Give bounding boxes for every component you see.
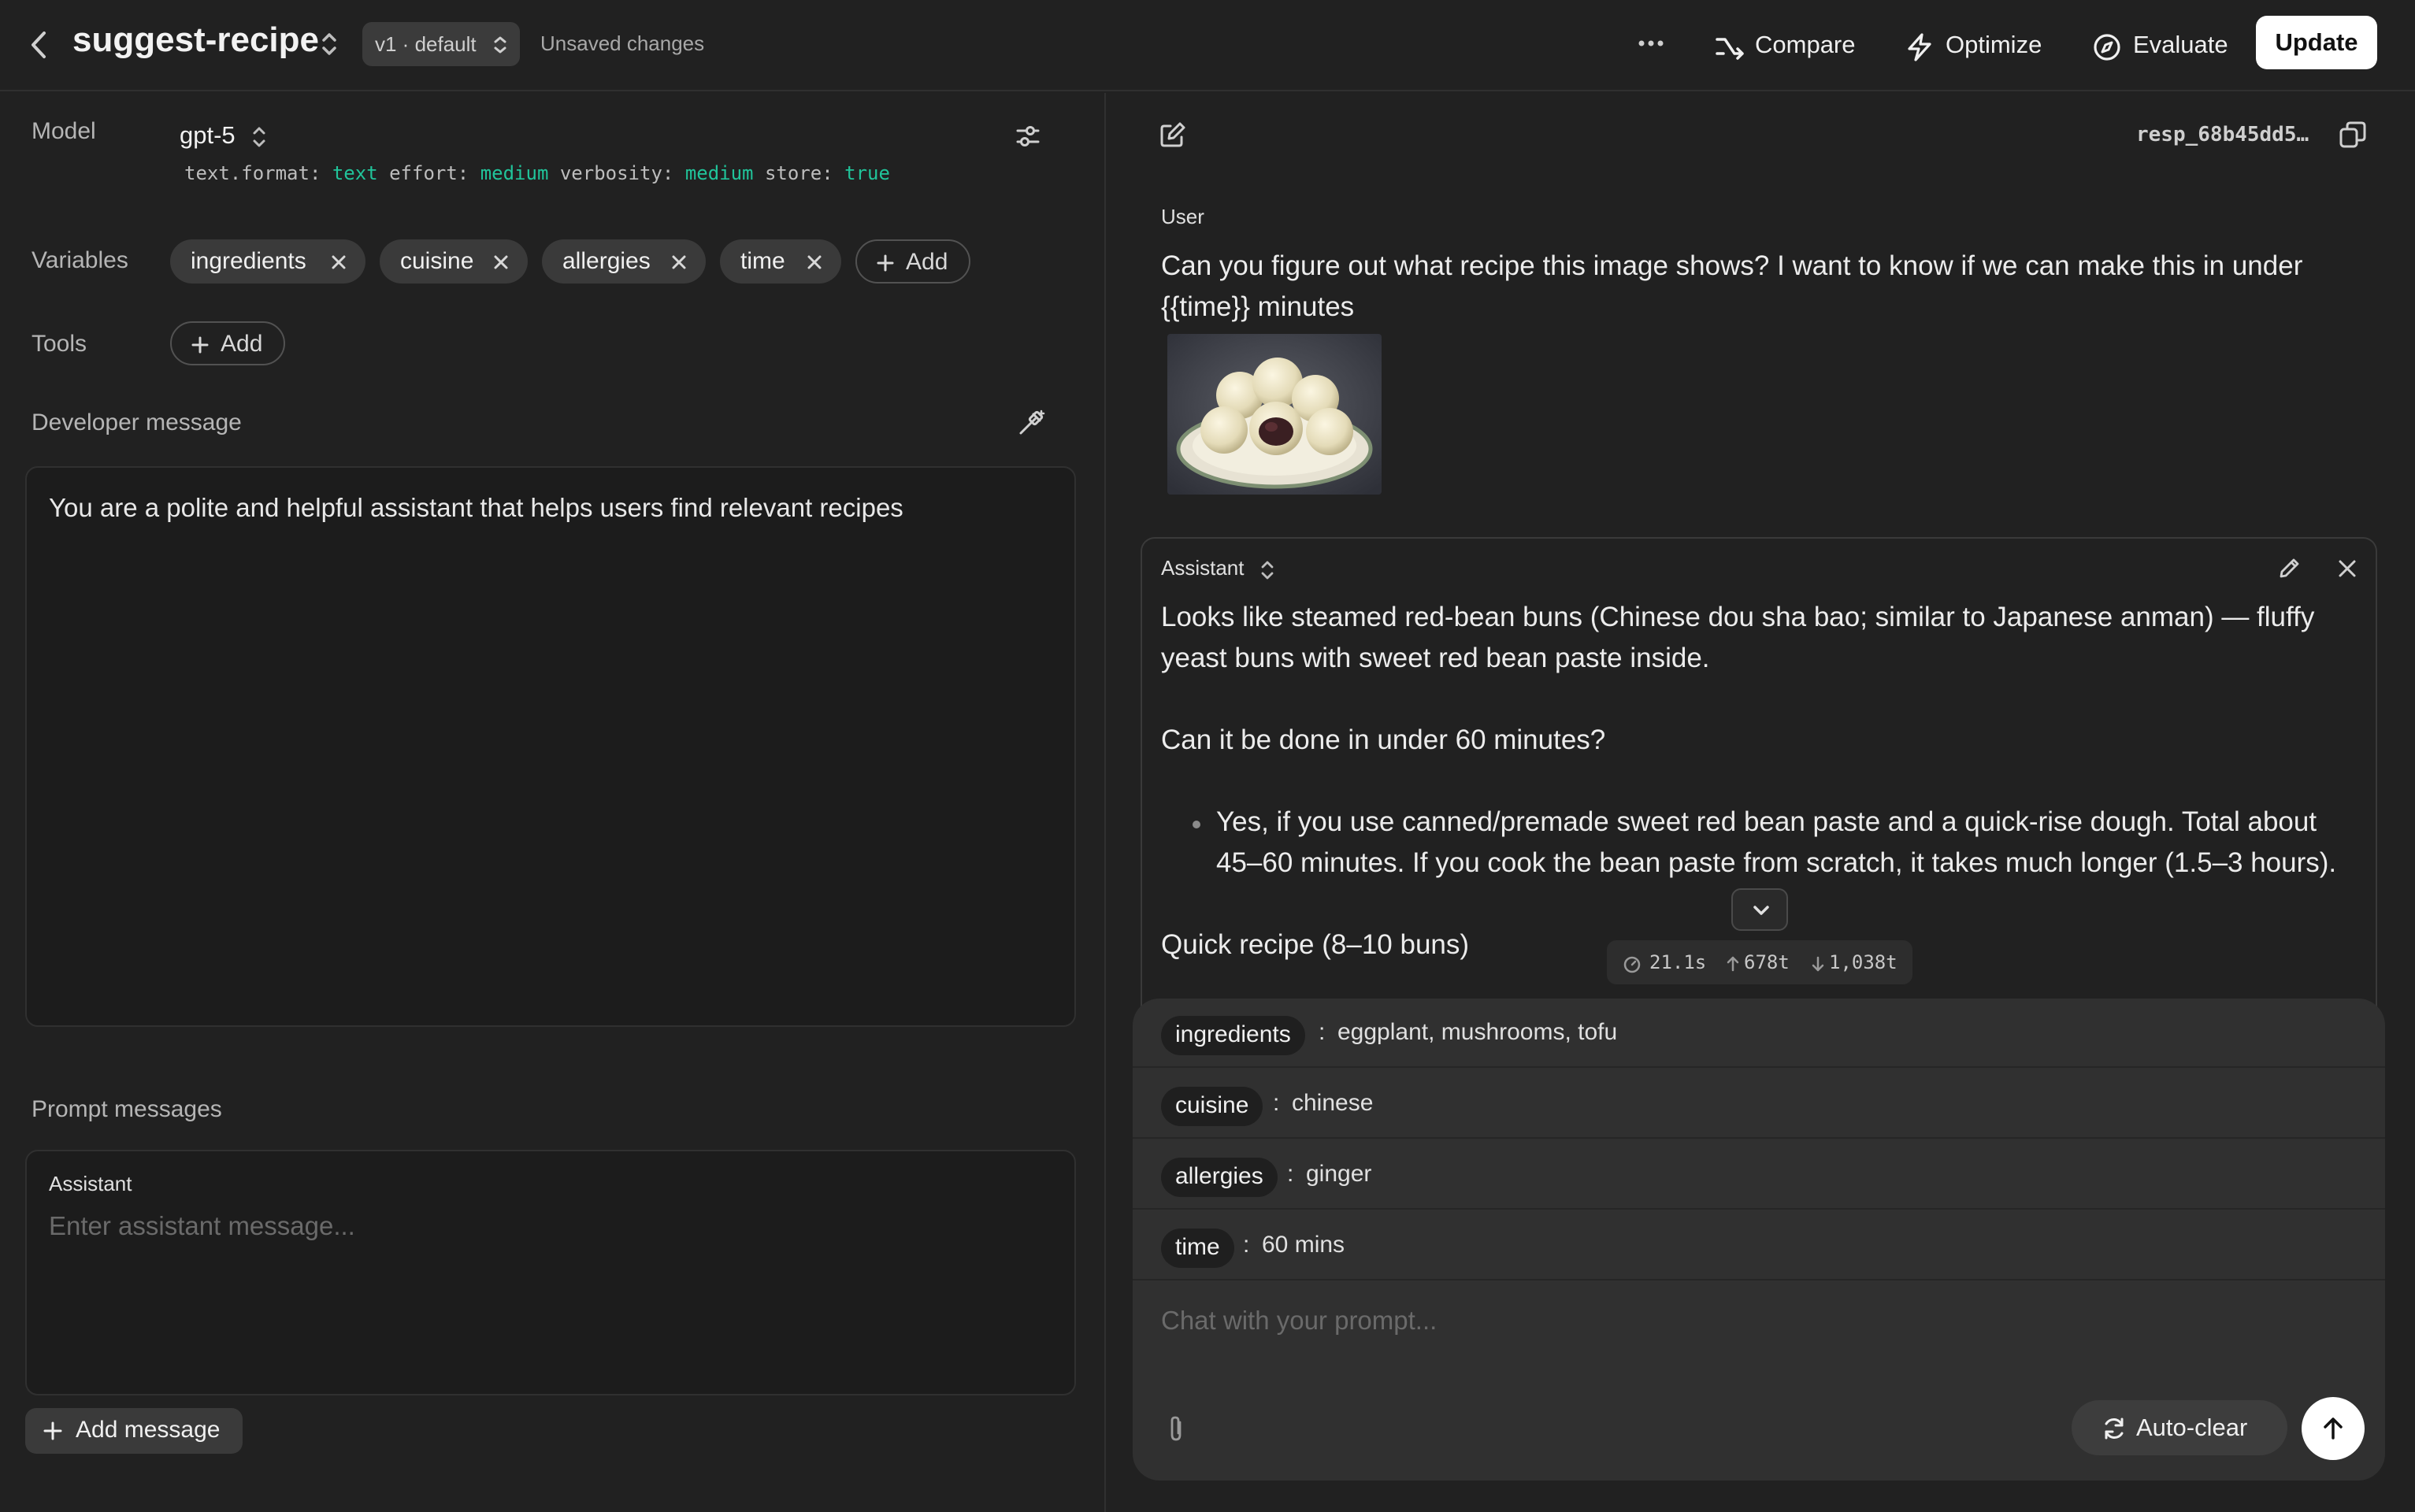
compass-icon xyxy=(2094,34,2120,61)
top-bar: suggest-recipe v1 · default Unsaved chan… xyxy=(0,0,2415,91)
chevron-left-icon xyxy=(32,32,46,58)
prompt-messages-label: Prompt messages xyxy=(32,1096,222,1122)
variable-name: allergies xyxy=(1161,1158,1278,1197)
copy-icon[interactable] xyxy=(2338,120,2368,150)
assistant-paragraph: Looks like steamed red-bean buns (Chines… xyxy=(1161,602,2315,673)
prompt-message-box[interactable]: Assistant Enter assistant message... xyxy=(25,1150,1076,1395)
chevron-updown-icon[interactable] xyxy=(318,30,340,58)
compare-icon xyxy=(1716,38,1744,60)
chevron-updown-icon xyxy=(494,36,506,54)
scroll-down-button[interactable] xyxy=(1731,888,1788,931)
assistant-bullet: Yes, if you use canned/premade sweet red… xyxy=(1161,802,2358,884)
recipe-image[interactable] xyxy=(1167,334,1382,495)
variable-chip-time[interactable]: time xyxy=(720,239,841,284)
assistant-message-input[interactable]: Enter assistant message... xyxy=(49,1211,355,1241)
refresh-icon xyxy=(2105,1418,2124,1440)
edit-icon[interactable] xyxy=(1158,121,1186,150)
add-tool-button[interactable]: Add xyxy=(170,321,285,365)
pencil-icon[interactable] xyxy=(2276,556,2302,581)
close-icon[interactable] xyxy=(493,254,509,270)
variable-chip-cuisine[interactable]: cuisine xyxy=(380,239,528,284)
assistant-paragraph: Can it be done in under 60 minutes? xyxy=(1161,724,1606,755)
variable-row-allergies: allergies : ginger xyxy=(1133,1140,2385,1210)
add-message-button[interactable]: Add message xyxy=(25,1408,243,1454)
response-stats: 21.1s 678t 1,038t xyxy=(1607,940,1912,984)
variable-value-input[interactable]: eggplant, mushrooms, tofu xyxy=(1337,1019,1617,1046)
close-icon[interactable] xyxy=(2336,558,2358,580)
update-button[interactable]: Update xyxy=(2256,16,2377,69)
chevron-down-icon xyxy=(1753,906,1769,915)
variable-value-input[interactable]: ginger xyxy=(1306,1161,1371,1188)
developer-message-label: Developer message xyxy=(32,410,242,435)
chat-input[interactable]: Chat with your prompt... xyxy=(1161,1306,1437,1336)
unsaved-status: Unsaved changes xyxy=(540,32,705,55)
developer-message-input[interactable]: You are a polite and helpful assistant t… xyxy=(25,466,1076,1027)
panel-divider[interactable] xyxy=(1104,93,1106,1512)
sliders-icon[interactable] xyxy=(1015,123,1041,150)
prompt-config-panel: Model gpt-5 text.format: text effort: me… xyxy=(0,93,1104,1512)
close-icon[interactable] xyxy=(331,254,347,270)
lightning-icon xyxy=(1908,33,1931,61)
timer-icon xyxy=(1623,956,1641,973)
arrow-up-icon xyxy=(2324,1418,2343,1440)
variable-name: cuisine xyxy=(1161,1087,1263,1126)
chevron-updown-icon[interactable] xyxy=(1259,559,1276,581)
variable-chip-ingredients[interactable]: ingredients xyxy=(170,239,365,284)
add-variable-button[interactable]: Add xyxy=(855,239,970,284)
model-selector[interactable]: gpt-5 xyxy=(180,121,236,150)
tools-label: Tools xyxy=(32,331,87,357)
input-tokens: 678t xyxy=(1744,951,1790,973)
back-button[interactable] xyxy=(24,27,55,63)
version-label: v1 · default xyxy=(375,32,477,56)
variable-value-input[interactable]: 60 mins xyxy=(1262,1232,1345,1258)
auto-clear-button[interactable]: Auto-clear xyxy=(2072,1400,2287,1455)
paperclip-icon[interactable] xyxy=(1164,1414,1188,1444)
user-message-role: User xyxy=(1161,205,1204,228)
user-message-text: Can you figure out what recipe this imag… xyxy=(1161,250,2303,322)
variable-name: ingredients xyxy=(1161,1016,1305,1055)
variable-chip-allergies[interactable]: allergies xyxy=(542,239,706,284)
developer-message-text: You are a polite and helpful assistant t… xyxy=(49,493,903,522)
chevron-updown-icon[interactable] xyxy=(249,124,269,150)
response-time: 21.1s xyxy=(1649,951,1707,973)
steamed-buns-photo xyxy=(1167,334,1382,495)
magic-wand-icon[interactable] xyxy=(1016,408,1046,438)
variable-row-ingredients: ingredients : eggplant, mushrooms, tofu xyxy=(1133,999,2385,1068)
arrow-up-icon xyxy=(1727,956,1739,972)
close-icon[interactable] xyxy=(671,254,687,270)
model-params[interactable]: text.format: text effort: medium verbosi… xyxy=(184,162,890,184)
variable-row-cuisine: cuisine : chinese xyxy=(1133,1069,2385,1139)
plus-icon xyxy=(191,336,209,354)
variable-name: time xyxy=(1161,1228,1234,1268)
assistant-role-selector[interactable]: Assistant xyxy=(1161,556,1245,580)
variable-row-time: time : 60 mins xyxy=(1133,1211,2385,1280)
version-selector[interactable]: v1 · default xyxy=(362,22,520,66)
variable-value-input[interactable]: chinese xyxy=(1292,1090,1373,1117)
response-id[interactable]: resp_68b45dd5… xyxy=(2136,123,2309,146)
arrow-down-icon xyxy=(1812,956,1824,972)
prompt-message-role[interactable]: Assistant xyxy=(49,1172,132,1196)
output-tokens: 1,038t xyxy=(1829,951,1898,973)
more-options-icon[interactable] xyxy=(1635,30,1667,57)
plus-icon xyxy=(43,1421,62,1440)
variables-label: Variables xyxy=(32,247,128,273)
plus-icon xyxy=(877,254,894,272)
prompt-title[interactable]: suggest-recipe xyxy=(72,20,319,60)
variables-and-chat-panel: ingredients : eggplant, mushrooms, tofu … xyxy=(1133,999,2385,1480)
close-icon[interactable] xyxy=(807,254,822,270)
send-button[interactable] xyxy=(2302,1397,2365,1460)
model-label: Model xyxy=(32,118,96,144)
